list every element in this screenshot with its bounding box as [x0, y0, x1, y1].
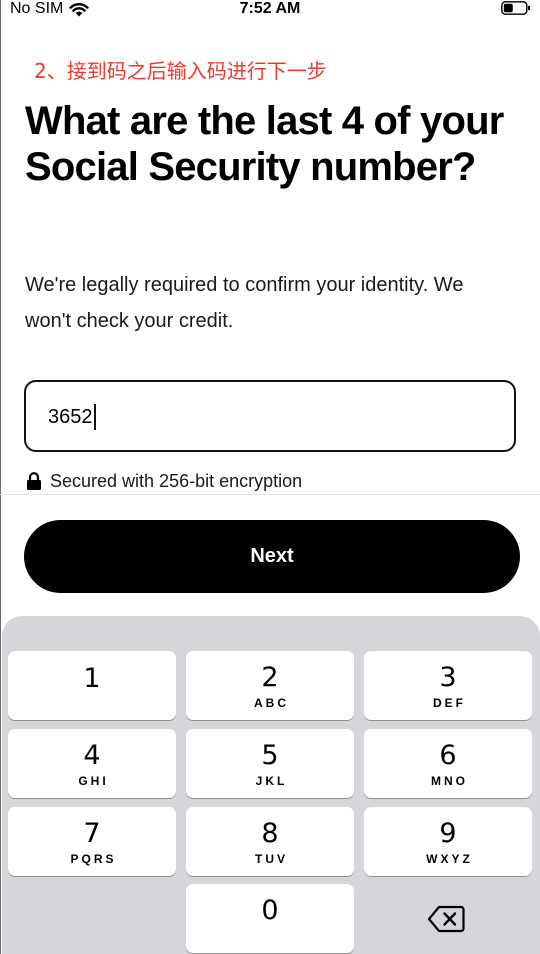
secure-note-text: Secured with 256-bit encryption — [50, 471, 303, 491]
next-button[interactable]: Next — [24, 520, 520, 593]
key-2[interactable]: 2 ABC — [186, 651, 354, 720]
key-letters: TUV — [255, 852, 288, 866]
key-5[interactable]: 5 JKL — [186, 729, 354, 798]
key-letters: MNO — [431, 774, 468, 788]
key-6[interactable]: 6 MNO — [364, 729, 532, 798]
ssn-input-value-wrap: 3652 — [48, 404, 96, 430]
key-letters: DEF — [433, 696, 466, 710]
battery-icon — [501, 1, 530, 15]
key-letters: WXYZ — [426, 852, 473, 866]
backspace-key[interactable] — [362, 884, 530, 953]
key-9[interactable]: 9 WXYZ — [364, 807, 532, 876]
key-digit: 5 — [261, 740, 279, 771]
key-letters: ABC — [254, 696, 289, 710]
key-digit: 8 — [261, 818, 279, 849]
key-digit: 9 — [439, 818, 457, 849]
ssn-last4-input[interactable]: 3652 — [24, 380, 516, 452]
key-digit: 2 — [261, 662, 279, 693]
wifi-icon — [69, 2, 89, 16]
secure-note: Secured with 256-bit encryption — [26, 470, 302, 492]
key-1[interactable]: 1 — [8, 651, 176, 720]
lock-icon — [27, 472, 41, 490]
key-digit: 6 — [439, 740, 457, 771]
status-bar: 7:52 AM No SIM — [0, 0, 540, 20]
key-3[interactable]: 3 DEF — [364, 651, 532, 720]
frame-edge — [0, 0, 1, 954]
delete-backspace-icon — [427, 905, 465, 932]
subtitle: We're legally required to confirm your i… — [25, 274, 464, 332]
divider — [0, 494, 540, 495]
text-caret — [93, 404, 96, 430]
key-digit: 3 — [439, 662, 457, 693]
key-4[interactable]: 4 GHI — [8, 729, 176, 798]
key-digit: 0 — [261, 895, 279, 926]
key-letters: GHI — [78, 774, 109, 788]
page-title: What are the last 4 of your Social Secur… — [25, 99, 504, 189]
key-8[interactable]: 8 TUV — [186, 807, 354, 876]
key-digit: 4 — [83, 740, 101, 771]
key-digit: 1 — [83, 663, 101, 694]
status-carrier-group: No SIM — [10, 0, 89, 18]
ssn-input-value: 3652 — [48, 406, 93, 428]
key-letters: PQRS — [70, 852, 117, 866]
key-0[interactable]: 0 — [186, 884, 354, 953]
key-7[interactable]: 7 PQRS — [8, 807, 176, 876]
key-letters: JKL — [255, 774, 288, 788]
annotation-note: 2、接到码之后输入码进行下一步 — [34, 59, 327, 83]
key-digit: 7 — [83, 818, 101, 849]
carrier-label: No SIM — [10, 0, 64, 17]
